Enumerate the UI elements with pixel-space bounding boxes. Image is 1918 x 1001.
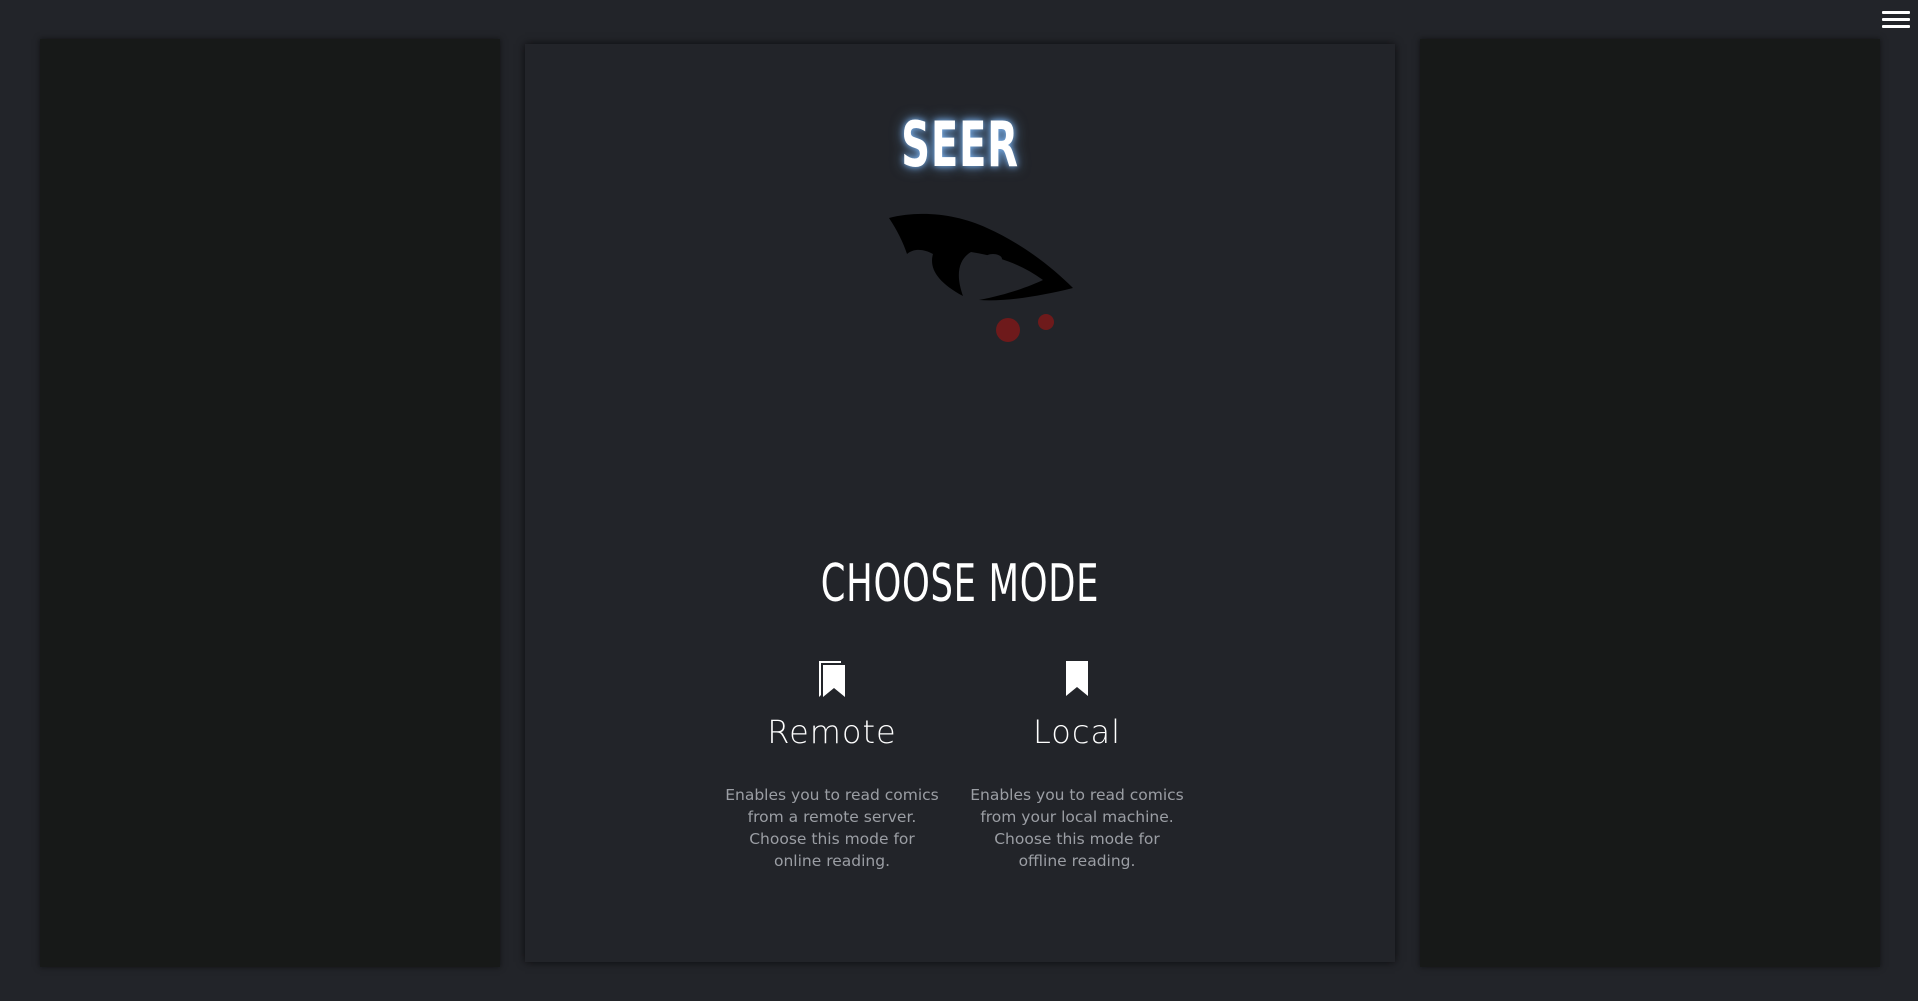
- local-mode-label: Local: [1033, 713, 1121, 751]
- remote-mode-option[interactable]: Remote Enables you to read comics from a…: [722, 659, 942, 872]
- right-side-panel: [1420, 39, 1880, 967]
- remote-mode-description: Enables you to read comics from a remote…: [725, 786, 939, 870]
- local-mode-description: Enables you to read comics from your loc…: [970, 786, 1184, 870]
- local-mode-option[interactable]: Local Enables you to read comics from yo…: [967, 659, 1187, 872]
- bookmark-icon: [1066, 661, 1088, 696]
- main-panel: SEER CHOOSE MODE Remote Enables you to r…: [525, 44, 1395, 962]
- app-title: SEER: [901, 108, 1019, 181]
- hamburger-menu-button[interactable]: [1880, 8, 1912, 32]
- stacked-bookmark-icon: [819, 661, 845, 697]
- choose-mode-heading: CHOOSE MODE: [820, 554, 1100, 614]
- left-side-panel: [40, 39, 500, 967]
- remote-mode-label: Remote: [767, 713, 897, 751]
- eye-logo-icon: [889, 213, 1073, 342]
- hamburger-menu-icon: [1882, 11, 1910, 14]
